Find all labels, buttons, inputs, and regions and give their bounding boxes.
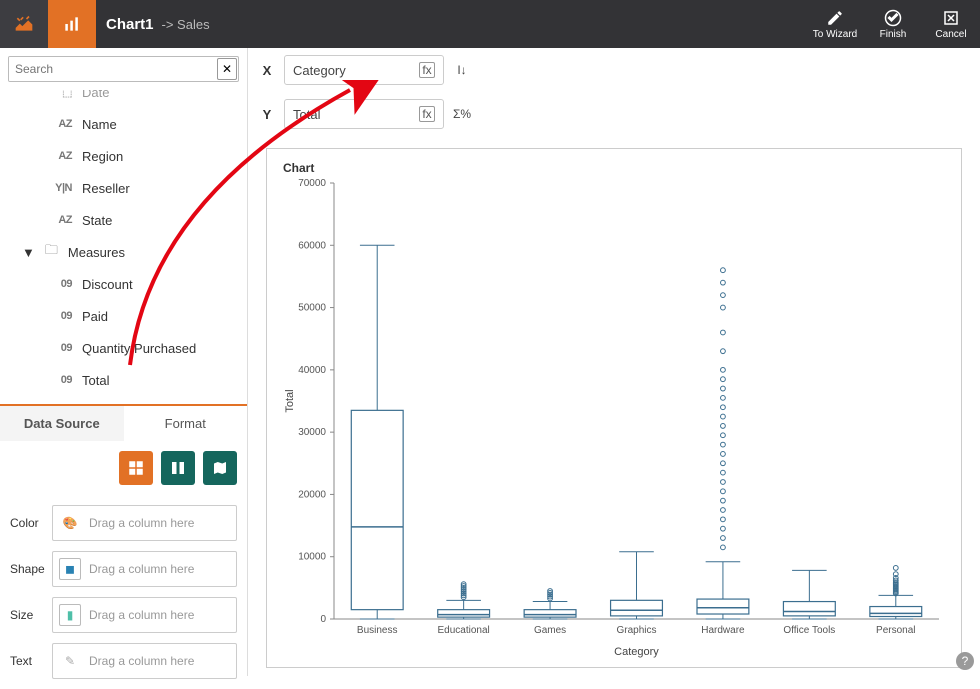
svg-text:30000: 30000 <box>298 427 326 438</box>
palette-icon: 🎨 <box>59 512 81 534</box>
y-field-pill[interactable]: Total fx <box>284 99 444 129</box>
mode-facet-button[interactable] <box>161 451 195 485</box>
chart-source: -> Sales <box>162 17 210 32</box>
tree-item[interactable]: Y|N Reseller <box>4 172 243 204</box>
field-tree: ⬚ Date AZ Name AZ Region Y|N Reseller AZ… <box>0 90 247 396</box>
svg-text:Educational: Educational <box>438 625 490 636</box>
tree-folder-measures[interactable]: ▼ 🗀 Measures <box>4 236 243 268</box>
help-icon[interactable]: ? <box>956 652 974 670</box>
folder-icon: 🗀 <box>45 241 58 263</box>
size-icon: ▮ <box>59 604 81 626</box>
svg-text:50000: 50000 <box>298 303 326 314</box>
fx-icon[interactable]: fx <box>419 62 435 78</box>
mode-aesthetic-button[interactable] <box>119 451 153 485</box>
svg-text:20000: 20000 <box>298 489 326 500</box>
svg-text:Hardware: Hardware <box>701 625 745 636</box>
svg-text:60000: 60000 <box>298 240 326 251</box>
tab-data-source[interactable]: Data Source <box>0 406 124 441</box>
chart-name: Chart1 <box>106 16 154 33</box>
color-dropzone[interactable]: 🎨 Drag a column here <box>52 505 237 541</box>
chart-title: Chart <box>283 161 949 175</box>
sort-icon[interactable]: I↓ <box>452 60 472 80</box>
fx-icon[interactable]: fx <box>419 106 435 122</box>
shelf-size: Size ▮ Drag a column here <box>10 597 237 633</box>
svg-text:Games: Games <box>534 625 566 636</box>
search-input[interactable] <box>9 57 216 81</box>
text-type-icon: AZ <box>42 214 72 226</box>
x-label: X <box>258 63 276 78</box>
date-icon: ⬚ <box>42 90 72 99</box>
svg-text:Business: Business <box>357 625 398 636</box>
sidebar-tabs: Data Source Format <box>0 404 247 441</box>
shape-dropzone[interactable]: ◼ Drag a column here <box>52 551 237 587</box>
svg-text:40000: 40000 <box>298 365 326 376</box>
text-type-icon: AZ <box>42 150 72 162</box>
svg-text:Personal: Personal <box>876 625 915 636</box>
y-label: Y <box>258 107 276 122</box>
home-icon[interactable] <box>0 0 48 48</box>
tree-item[interactable]: 09 Total <box>4 364 243 396</box>
text-type-icon: AZ <box>42 118 72 130</box>
tree-item[interactable]: AZ Name <box>4 108 243 140</box>
boxplot-chart: 0 10000 20000 30000 40000 50000 60000 70000 Tota… <box>279 175 949 659</box>
search-input-wrap: ✕ <box>8 56 239 82</box>
tree-item[interactable]: 09 Quantity Purchased <box>4 332 243 364</box>
mode-map-button[interactable] <box>203 451 237 485</box>
tree-item[interactable]: 09 Paid <box>4 300 243 332</box>
clear-search-button[interactable]: ✕ <box>217 58 237 80</box>
finish-button[interactable]: Finish <box>864 0 922 48</box>
page-title: Chart1 -> Sales <box>96 16 806 33</box>
x-axis-shelf: X Category fx I↓ <box>248 48 980 92</box>
number-type-icon: 09 <box>42 374 72 386</box>
cancel-button[interactable]: Cancel <box>922 0 980 48</box>
shelf-text: Text ✎ Drag a column here <box>10 643 237 679</box>
to-wizard-button[interactable]: To Wizard <box>806 0 864 48</box>
number-type-icon: 09 <box>42 342 72 354</box>
tree-item[interactable]: 09 Discount <box>4 268 243 300</box>
tree-item[interactable]: AZ Region <box>4 140 243 172</box>
canvas: X Category fx I↓ Y Total fx Σ% Chart 0 10… <box>248 48 980 676</box>
text-dropzone[interactable]: ✎ Drag a column here <box>52 643 237 679</box>
number-type-icon: 09 <box>42 278 72 290</box>
sigma-icon[interactable]: Σ% <box>452 104 472 124</box>
svg-text:Office Tools: Office Tools <box>783 625 835 636</box>
svg-text:Total: Total <box>284 389 296 412</box>
svg-text:Graphics: Graphics <box>616 625 656 636</box>
size-dropzone[interactable]: ▮ Drag a column here <box>52 597 237 633</box>
app-header: Chart1 -> Sales To Wizard Finish Cancel <box>0 0 980 48</box>
tab-format[interactable]: Format <box>124 406 248 441</box>
bool-type-icon: Y|N <box>42 182 72 194</box>
number-type-icon: 09 <box>42 310 72 322</box>
tree-item[interactable]: AZ State <box>4 204 243 236</box>
chart-container: Chart 0 10000 20000 30000 40000 50000 60000 700… <box>266 148 962 668</box>
chevron-down-icon: ▼ <box>22 245 35 260</box>
shelf-shape: Shape ◼ Drag a column here <box>10 551 237 587</box>
tree-item[interactable]: ⬚ Date <box>4 90 243 108</box>
svg-text:Category: Category <box>614 646 659 658</box>
x-field-pill[interactable]: Category fx <box>284 55 444 85</box>
pencil-icon: ✎ <box>59 650 81 672</box>
shape-icon: ◼ <box>59 558 81 580</box>
svg-text:10000: 10000 <box>298 552 326 563</box>
shelf-color: Color 🎨 Drag a column here <box>10 505 237 541</box>
svg-text:70000: 70000 <box>298 178 326 189</box>
y-axis-shelf: Y Total fx Σ% <box>248 92 980 136</box>
chart-type-icon[interactable] <box>48 0 96 48</box>
sidebar: ✕ ⬚ Date AZ Name AZ Region Y|N Reseller … <box>0 48 248 676</box>
svg-text:0: 0 <box>320 614 326 625</box>
